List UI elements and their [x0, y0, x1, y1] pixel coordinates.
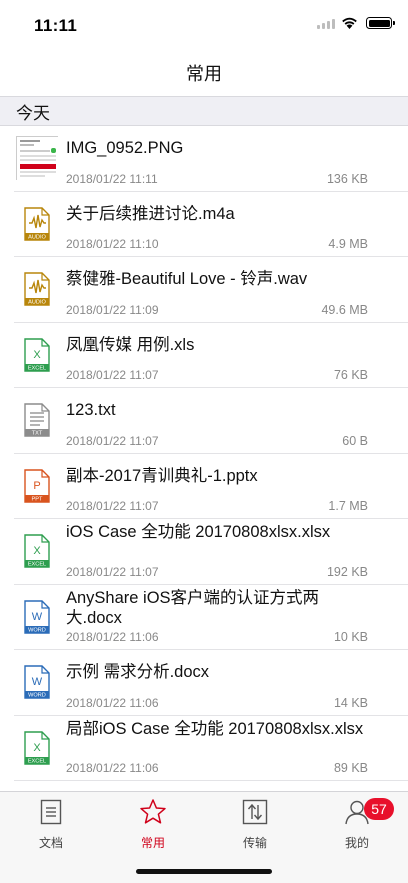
star-tab-icon	[139, 798, 167, 831]
section-header-today: 今天	[0, 96, 408, 126]
file-size: 60 B	[342, 433, 368, 448]
page-title: 常用	[186, 64, 222, 84]
file-size: 136 KB	[326, 171, 368, 186]
tab-label: 常用	[140, 836, 165, 850]
battery-level	[368, 19, 390, 27]
file-row[interactable]: W WORD AnyShare iOS客户端的认证方式两大.docx 2018/0…	[14, 585, 408, 650]
file-modified-date: 2018/01/22 11:06	[66, 761, 159, 775]
file-modified-date: 2018/01/22 11:10	[66, 237, 159, 251]
status-indicators	[317, 17, 395, 29]
tab-transfers[interactable]: 传输	[204, 798, 306, 850]
file-row[interactable]: X EXCEL iOS Case 全功能 20170808xlsx.xlsx 20…	[14, 519, 408, 585]
cellular-signal-icon	[317, 17, 335, 29]
excel-file-icon: X EXCEL	[24, 534, 50, 568]
excel-file-icon: X EXCEL	[24, 731, 50, 765]
file-modified-date: 2018/01/22 11:07	[66, 564, 159, 579]
status-bar: 11:11	[0, 0, 408, 50]
svg-text:X: X	[33, 545, 41, 557]
tab-label: 我的	[344, 836, 369, 850]
file-size: 4.9 MB	[328, 237, 368, 251]
file-modified-date: 2018/01/22 11:06	[66, 630, 159, 644]
file-row[interactable]: P PPT 副本-2017青训典礼-1.pptx 2018/01/22 11:07…	[14, 454, 408, 519]
file-name: AnyShare iOS客户端的认证方式两大.docx	[66, 588, 320, 627]
file-size: 14 KB	[333, 695, 368, 710]
svg-text:WORD: WORD	[28, 693, 46, 699]
file-name: 示例 需求分析.docx	[66, 663, 210, 681]
file-row[interactable]: X EXCEL 凤凰传媒 用例.xls 2018/01/22 11:07 76 KB	[14, 323, 408, 388]
svg-text:TXT: TXT	[32, 431, 43, 437]
home-indicator	[136, 869, 272, 874]
svg-text:P: P	[33, 480, 40, 492]
file-list[interactable]: IMG_0952.PNG 2018/01/22 11:11 136 KB AUDIO…	[0, 126, 408, 791]
file-row[interactable]: TXT 123.txt 2018/01/22 11:07 60 B	[14, 388, 408, 454]
file-size: 10 KB	[333, 630, 368, 644]
file-modified-date: 2018/01/22 11:07	[66, 499, 159, 513]
excel-file-icon: X EXCEL	[24, 338, 50, 372]
tab-label: 文档	[38, 836, 63, 850]
word-file-icon: W WORD	[24, 665, 50, 699]
file-name: 局部iOS Case 全功能 20170808xlsx.xlsx	[66, 719, 364, 738]
battery-icon	[366, 17, 395, 29]
audio-file-icon: AUDIO	[24, 272, 50, 306]
file-modified-date: 2018/01/22 11:09	[66, 302, 159, 317]
svg-text:EXCEL: EXCEL	[28, 562, 46, 568]
file-modified-date: 2018/01/22 11:07	[66, 368, 159, 382]
file-name: iOS Case 全功能 20170808xlsx.xlsx	[66, 523, 331, 541]
svg-text:W: W	[32, 676, 43, 688]
audio-file-icon: AUDIO	[24, 207, 50, 241]
file-name: 123.txt	[66, 401, 116, 419]
file-row[interactable]: X EXCEL 局部iOS Case 全功能 20170808xlsx.xlsx…	[14, 716, 408, 781]
file-name: 副本-2017青训典礼-1.pptx	[66, 466, 258, 485]
file-name: IMG_0952.PNG	[66, 139, 184, 157]
tab-documents[interactable]: 文档	[0, 798, 102, 850]
svg-text:X: X	[33, 742, 41, 754]
file-row[interactable]: IMG_0952.PNG 2018/01/22 11:11 136 KB	[14, 126, 408, 192]
file-size: 1.7 MB	[328, 499, 368, 513]
file-row[interactable]: W WORD 示例 需求分析.docx 2018/01/22 11:06 14 KB	[14, 650, 408, 716]
svg-text:AUDIO: AUDIO	[28, 234, 46, 240]
svg-text:EXCEL: EXCEL	[28, 365, 46, 371]
file-name: 关于后续推进讨论.m4a	[66, 204, 235, 223]
transfer-tab-icon	[241, 798, 269, 831]
file-size: 49.6 MB	[321, 302, 368, 317]
svg-text:EXCEL: EXCEL	[28, 758, 46, 764]
wifi-icon	[342, 17, 357, 29]
svg-text:WORD: WORD	[28, 627, 46, 633]
tab-label: 传输	[242, 836, 267, 850]
svg-text:PPT: PPT	[32, 496, 43, 502]
file-size: 89 KB	[333, 761, 368, 775]
file-modified-date: 2018/01/22 11:07	[66, 433, 159, 448]
file-modified-date: 2018/01/22 11:06	[66, 695, 159, 710]
file-size: 192 KB	[326, 564, 368, 579]
status-time: 11:11	[34, 16, 78, 35]
text-file-icon: TXT	[24, 403, 50, 437]
file-modified-date: 2018/01/22 11:11	[66, 171, 158, 186]
svg-text:W: W	[32, 611, 43, 623]
file-name: 凤凰传媒 用例.xls	[66, 335, 195, 354]
file-row[interactable]: AUDIO 蔡健雅-Beautiful Love - 铃声.wav 2018/01…	[14, 257, 408, 323]
document-tab-icon	[37, 798, 65, 831]
tab-favorites[interactable]: 常用	[102, 798, 204, 850]
file-size: 76 KB	[333, 368, 368, 382]
file-row[interactable]: AUDIO 关于后续推进讨论.m4a 2018/01/22 11:10 4.9 MB	[14, 192, 408, 257]
powerpoint-file-icon: P PPT	[24, 469, 50, 503]
navigation-bar: 常用	[0, 50, 408, 96]
image-thumbnail-icon	[16, 136, 59, 182]
tab-profile[interactable]: 我的 57	[306, 798, 408, 850]
svg-text:X: X	[33, 349, 41, 361]
file-name: 蔡健雅-Beautiful Love - 铃声.wav	[66, 270, 308, 288]
word-file-icon: W WORD	[24, 600, 50, 634]
tab-bar: 文档 常用 传输 我的 57	[0, 791, 408, 883]
svg-text:AUDIO: AUDIO	[28, 300, 46, 306]
notification-badge: 57	[364, 798, 394, 820]
